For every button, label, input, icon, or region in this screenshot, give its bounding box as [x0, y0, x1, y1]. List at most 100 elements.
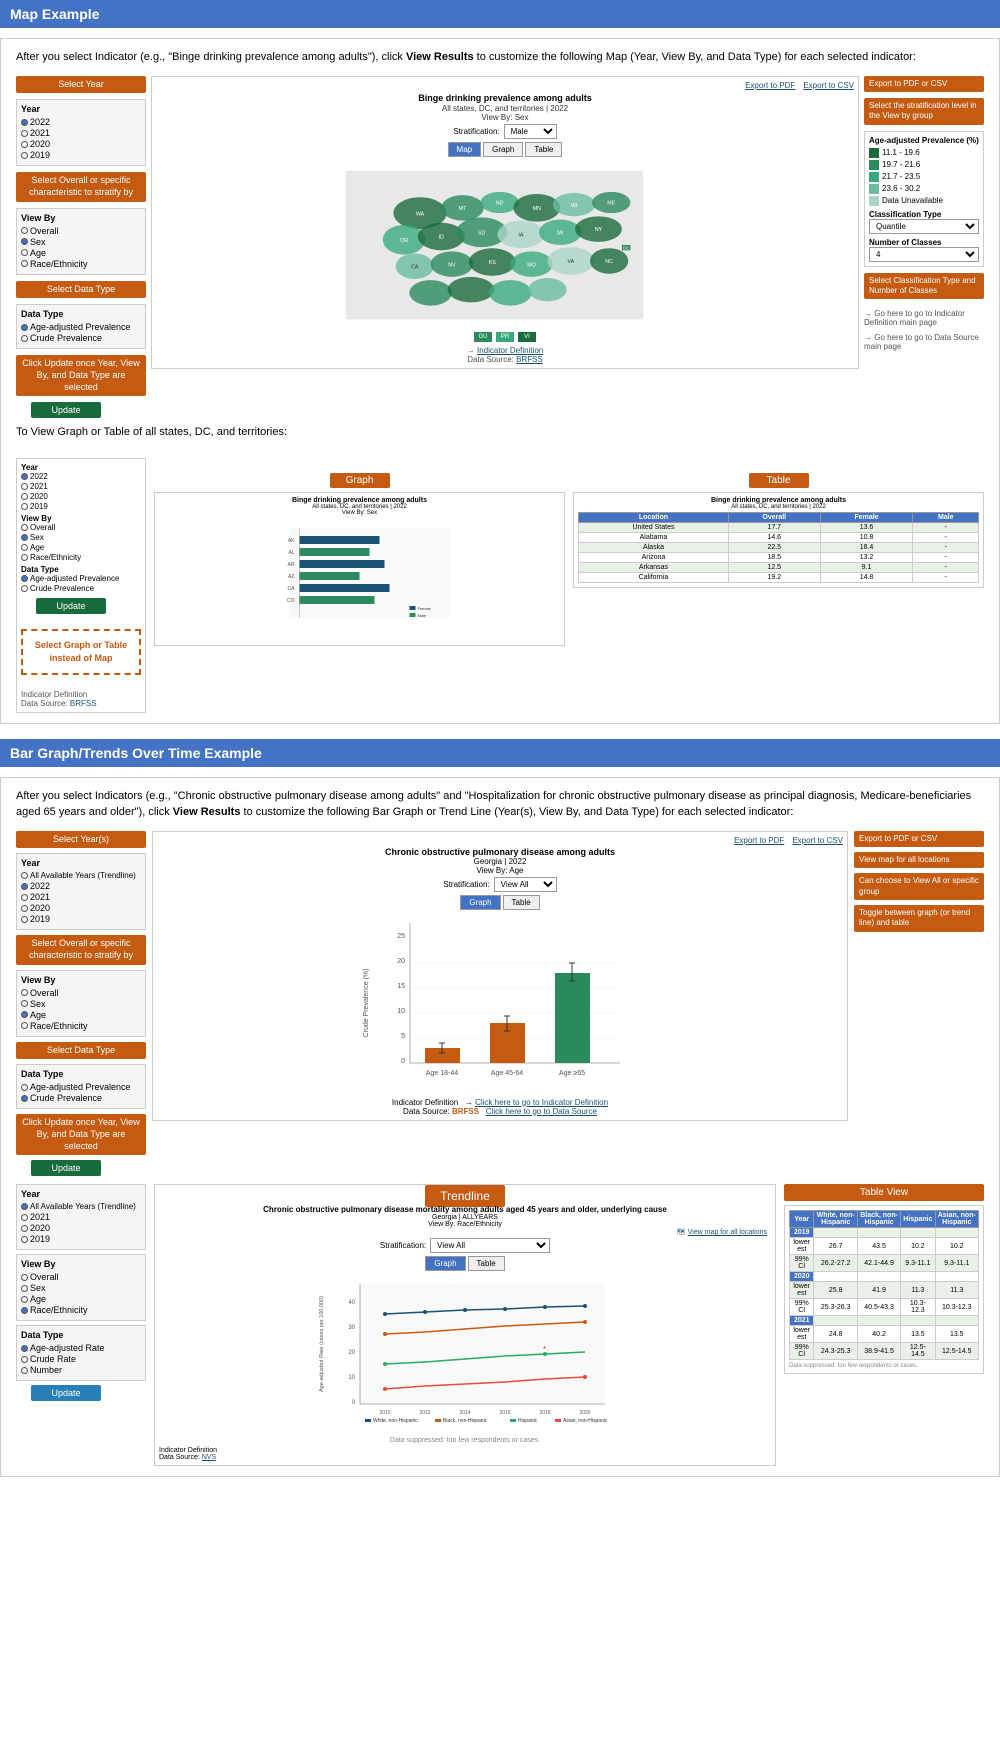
bar-tab-table[interactable]: Table: [503, 895, 540, 910]
svg-text:ND: ND: [496, 201, 504, 207]
table-row: Arizona 18.5 13.2 -: [579, 553, 979, 563]
data-source-label: Data Source: BRFSS: [156, 355, 854, 364]
table-panel-wrapper: Table Binge drinking prevalence among ad…: [573, 473, 984, 712]
svg-text:0: 0: [401, 1058, 405, 1065]
legend-title: Age-adjusted Prevalence (%): [869, 136, 979, 145]
trendline-tab-table[interactable]: Table: [468, 1256, 505, 1271]
tab-graph[interactable]: Graph: [483, 142, 523, 157]
trendline-tab-graph[interactable]: Graph: [425, 1256, 465, 1271]
classification-annotation: Select Classification Type and Number of…: [864, 273, 984, 300]
num-classes-select[interactable]: 4 3 5: [869, 247, 979, 262]
bar-data-type-control: Data Type Age-adjusted Prevalence Crude …: [16, 1064, 146, 1109]
svg-text:2016: 2016: [499, 1410, 510, 1416]
stratification-select[interactable]: Male Female Overall: [504, 124, 557, 139]
bar-select-data-type-label: Select Data Type: [16, 1042, 146, 1060]
trendline-strat-select[interactable]: View All: [430, 1238, 550, 1253]
table-row: Arkansas 12.5 9.1 -: [579, 563, 979, 573]
tab-map[interactable]: Map: [448, 142, 482, 157]
footer-annotation-1: → Go here to go to Indicator Definition …: [864, 309, 984, 327]
year-2021[interactable]: 2021: [21, 128, 141, 138]
viewby-race[interactable]: Race/Ethnicity: [21, 259, 141, 269]
trendline-view-map: 🗺 View map for all locations: [159, 1228, 767, 1236]
svg-text:Hispanic: Hispanic: [518, 1418, 538, 1424]
bar-tab-graph[interactable]: Graph: [460, 895, 500, 910]
viewby-age[interactable]: Age: [21, 248, 141, 258]
legend-label-3: 21.7 - 23.5: [882, 172, 920, 181]
bar-chart-subtitle2: View By: Age: [157, 866, 843, 875]
graph-label: Graph: [330, 473, 390, 488]
svg-text:CO: CO: [287, 598, 295, 604]
datatype-crude[interactable]: Crude Prevalence: [21, 333, 141, 343]
legend-item-3: 21.7 - 23.5: [869, 172, 979, 182]
bar-indicator-link[interactable]: Click here to go to Indicator Definition: [475, 1098, 608, 1107]
svg-text:ME: ME: [607, 201, 615, 207]
year-2020[interactable]: 2020: [21, 139, 141, 149]
trendline-svg: 0 10 20 30 40 2010 2012 2014 2016 2018 2…: [159, 1274, 771, 1434]
svg-text:Age 45-64: Age 45-64: [491, 1070, 523, 1077]
bar-chart-panel: Export to PDF Export to CSV Chronic obst…: [152, 831, 848, 1121]
trendline-source-link[interactable]: NVS: [202, 1454, 216, 1461]
table-label: Table: [749, 473, 809, 488]
table-header-overall: Overall: [728, 513, 820, 523]
svg-text:MN: MN: [533, 206, 541, 212]
svg-text:Age-adjusted Rate (cases per 1: Age-adjusted Rate (cases per 100,000): [319, 1296, 325, 1392]
trendline-year-control: Year All Available Years (Trendline) 202…: [16, 1184, 146, 1250]
mini-viewby-label: View By: [21, 514, 141, 523]
update-button[interactable]: Update: [31, 402, 101, 418]
bar-chart-title: Chronic obstructive pulmonary disease am…: [157, 847, 843, 857]
radio-2019: [21, 152, 28, 159]
svg-text:Black, non-Hispanic: Black, non-Hispanic: [443, 1418, 488, 1424]
territory-pr: PR: [496, 332, 514, 342]
bar-stratification-row: Stratification: View All Age 18-44 Age 4…: [157, 877, 843, 892]
trendline-strat-row: Stratification: View All: [159, 1238, 771, 1253]
bar-view-tabs: Graph Table: [157, 895, 843, 910]
svg-text:30: 30: [348, 1325, 355, 1331]
svg-text:5: 5: [401, 1033, 405, 1040]
trendline-update-btn[interactable]: Update: [31, 1385, 101, 1401]
bar-export-links: Export to PDF Export to CSV: [157, 836, 843, 845]
mini-table-title: Binge drinking prevalence among adults: [578, 497, 979, 504]
mini-update-btn[interactable]: Update: [36, 598, 106, 614]
classification-type-select[interactable]: Quantile Natural Breaks: [869, 219, 979, 234]
viewby-overall[interactable]: Overall: [21, 226, 141, 236]
legend-item-5: Data Unavailable: [869, 196, 979, 206]
mini-graph-panel: Binge drinking prevalence among adults A…: [154, 492, 565, 646]
indicator-def-link-label: → Indicator Definition: [156, 346, 854, 355]
table-row: 2020: [790, 1272, 979, 1282]
stratification-annotation: Select the stratification level in the V…: [864, 98, 984, 125]
viewby-sex[interactable]: Sex: [21, 237, 141, 247]
bar-update-button[interactable]: Update: [31, 1160, 101, 1176]
bar-export-pdf[interactable]: Export to PDF: [734, 836, 784, 845]
bar-footer: Indicator Definition → Click here to go …: [157, 1098, 843, 1107]
bar-stratification-select[interactable]: View All Age 18-44 Age 45-64: [494, 877, 557, 892]
legend-color-4: [869, 184, 879, 194]
trendline-view-map-link[interactable]: View map for all locations: [688, 1229, 767, 1236]
table-header-location: Location: [579, 513, 729, 523]
bar-section-header: Bar Graph/Trends Over Time Example: [0, 739, 1000, 767]
bar-viewall-annotation: Can choose to View All or specific group: [854, 873, 984, 900]
trendline-right: Table View Year White, non-Hispanic Blac…: [784, 1184, 984, 1374]
bar-data-source: Data Source: BRFSS Click here to go to D…: [157, 1107, 843, 1116]
bar-chart-subtitle1: Georgia | 2022: [157, 857, 843, 866]
bottom-panels-row: Year 2022 2021 2020 2019 View By Overall…: [16, 458, 984, 712]
svg-text:2010: 2010: [379, 1410, 390, 1416]
year-2022[interactable]: 2022: [21, 117, 141, 127]
svg-text:NY: NY: [595, 227, 603, 233]
bar-datasource-link[interactable]: Click here to go to Data Source: [486, 1107, 597, 1116]
data-source-link[interactable]: BRFSS: [516, 355, 543, 364]
year-2019[interactable]: 2019: [21, 150, 141, 160]
map-intro-text: After you select Indicator (e.g., "Binge…: [16, 49, 984, 66]
svg-text:ID: ID: [439, 235, 444, 241]
indicator-definition-link[interactable]: Indicator Definition: [477, 346, 543, 355]
datatype-adjusted[interactable]: Age-adjusted Prevalence: [21, 322, 141, 332]
bar-strat-label: Stratification:: [443, 880, 489, 889]
map-section-header: Map Example: [0, 0, 1000, 28]
export-pdf-link[interactable]: Export to PDF: [745, 81, 795, 90]
tab-table[interactable]: Table: [525, 142, 562, 157]
svg-text:White, non-Hispanic: White, non-Hispanic: [373, 1418, 418, 1424]
radio-2020: [21, 141, 28, 148]
export-csv-link[interactable]: Export to CSV: [803, 81, 854, 90]
mini-graph-title: Binge drinking prevalence among adults: [159, 497, 560, 504]
bar-export-csv[interactable]: Export to CSV: [792, 836, 843, 845]
trendline-footer: Indicator Definition Data Source: NVS: [159, 1447, 771, 1461]
